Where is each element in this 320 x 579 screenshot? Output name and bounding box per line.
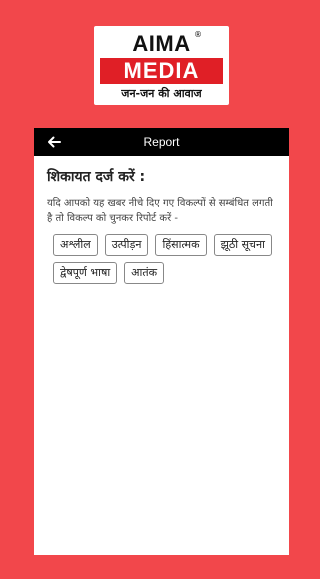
option-obscene[interactable]: अश्लील	[53, 234, 98, 256]
option-terror[interactable]: आतंक	[124, 262, 165, 284]
report-body: शिकायत दर्ज करें : यदि आपको यह खबर नीचे …	[34, 156, 289, 284]
report-header: Report	[34, 128, 289, 156]
logo-brand-text: AIMA	[132, 31, 191, 56]
app-logo: AIMA ® MEDIA जन-जन की आवाज	[94, 26, 229, 105]
option-harassment[interactable]: उत्पीड़न	[104, 234, 149, 256]
report-options: अश्लील उत्पीड़न हिंसात्मक झूठी सूचना द्व…	[47, 234, 277, 284]
option-violent[interactable]: हिंसात्मक	[155, 234, 207, 256]
report-heading: शिकायत दर्ज करें :	[47, 169, 146, 185]
logo-registered-mark: ®	[194, 30, 202, 39]
page-title: Report	[143, 135, 180, 149]
logo-media-banner: MEDIA	[100, 58, 223, 84]
option-hate-speech[interactable]: द्वेषपूर्ण भाषा	[53, 262, 118, 284]
report-card: Report शिकायत दर्ज करें : यदि आपको यह खब…	[34, 128, 289, 555]
report-description: यदि आपको यह खबर नीचे दिए गए विकल्पों से …	[47, 198, 273, 224]
logo-tagline: जन-जन की आवाज	[121, 87, 202, 100]
option-false-information[interactable]: झूठी सूचना	[213, 234, 272, 256]
